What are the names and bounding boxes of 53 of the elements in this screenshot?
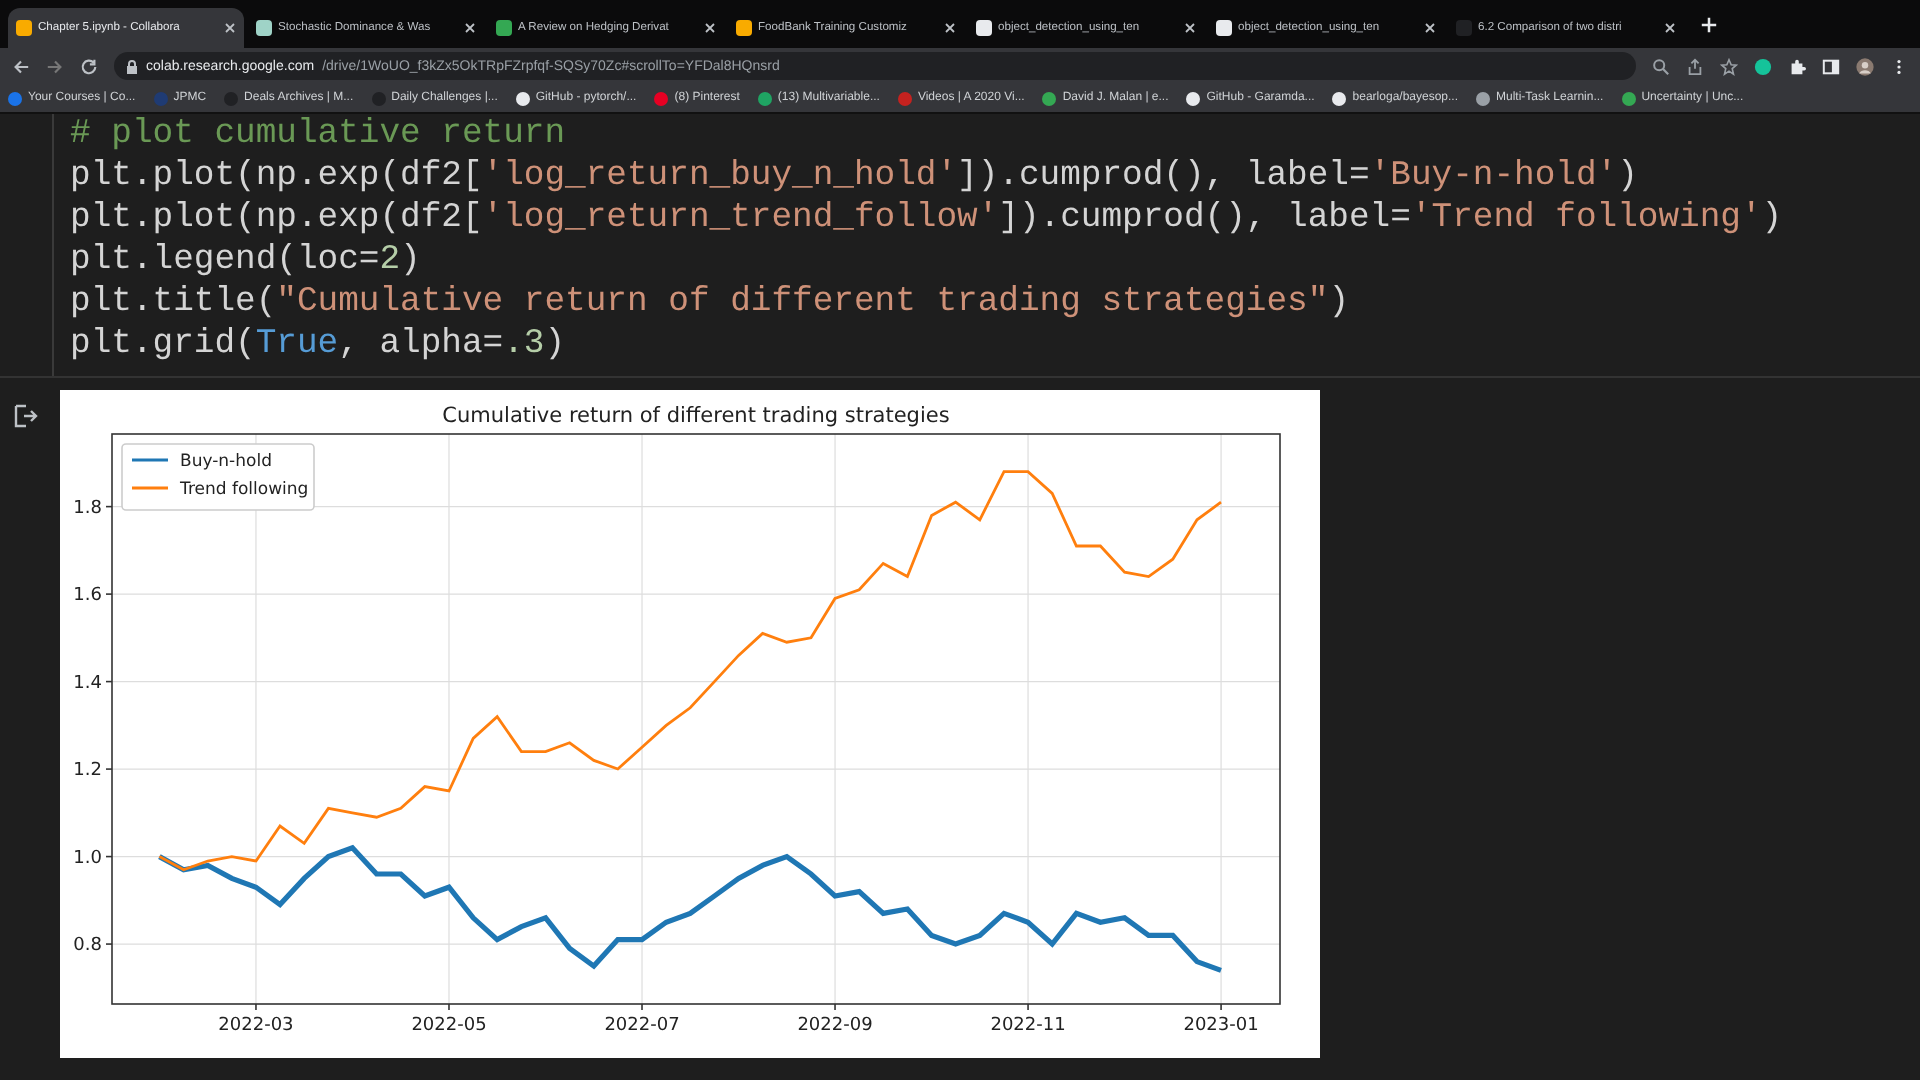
x-tick-label: 2022-07 <box>604 1016 680 1036</box>
x-tick: 2022-05 <box>411 1003 487 1036</box>
sidebar-icon[interactable] <box>1822 57 1840 75</box>
forward-icon[interactable] <box>46 57 64 75</box>
share-icon[interactable] <box>1686 57 1704 75</box>
y-tick-label: 1.6 <box>73 586 103 607</box>
lock-icon <box>126 59 138 73</box>
x-tick: 2023-01 <box>1183 1003 1259 1036</box>
x-tick-label: 2023-01 <box>1183 1016 1259 1036</box>
close-icon[interactable] <box>944 22 956 34</box>
close-icon[interactable] <box>1424 22 1436 34</box>
code-line: plt.grid(True, alpha=.3) <box>70 324 568 366</box>
extension-icon[interactable] <box>1754 57 1772 75</box>
plus-icon[interactable] <box>1700 15 1718 33</box>
avatar-icon[interactable] <box>1856 57 1874 75</box>
chart-title: Cumulative return of different trading strategies <box>442 404 950 428</box>
x-tick-label: 2022-11 <box>990 1016 1066 1036</box>
close-icon[interactable] <box>464 22 476 34</box>
close-icon[interactable] <box>1184 22 1196 34</box>
y-tick: 1.2 <box>73 761 113 782</box>
y-tick: 1.6 <box>73 586 113 607</box>
y-tick-label: 1.2 <box>73 761 102 782</box>
legend-label: Trend following <box>180 480 309 500</box>
x-tick-label: 2022-05 <box>411 1016 487 1036</box>
puzzle-icon[interactable] <box>1788 57 1806 75</box>
close-icon[interactable] <box>1664 22 1676 34</box>
y-tick: 1.0 <box>73 848 113 869</box>
search-icon[interactable] <box>1652 57 1670 75</box>
x-tick-label: 2022-09 <box>797 1016 874 1036</box>
y-tick-label: 1.0 <box>73 848 103 869</box>
x-tick: 2022-07 <box>604 1003 680 1036</box>
code-line: plt.legend(loc=2) <box>70 240 423 282</box>
code-line: plt.title("Cumulative return of different trading strategies") <box>70 282 1352 324</box>
star-icon[interactable] <box>1720 57 1738 75</box>
y-tick: 1.4 <box>73 673 113 694</box>
x-tick: 2022-03 <box>218 1003 294 1036</box>
y-tick-label: 0.8 <box>73 936 103 957</box>
output-icon[interactable] <box>12 402 40 430</box>
legend-label: Buy-n-hold <box>180 452 272 472</box>
x-tick: 2022-09 <box>797 1003 873 1036</box>
code-line: # plot cumulative return <box>70 114 568 156</box>
x-tick-label: 2022-03 <box>218 1016 294 1036</box>
y-tick-label: 1.8 <box>73 498 103 519</box>
close-icon[interactable] <box>704 22 716 34</box>
y-tick-label: 1.4 <box>73 673 103 694</box>
x-tick: 2022-11 <box>990 1003 1066 1036</box>
code-line: plt.plot(np.exp(df2['log_return_trend_follow']).cumprod(), label='Trend following') <box>70 198 1785 240</box>
reload-icon[interactable] <box>80 57 98 75</box>
y-tick: 1.8 <box>73 498 113 519</box>
close-icon[interactable] <box>224 22 236 34</box>
code-line: plt.plot(np.exp(df2['log_return_buy_n_hold']).cumprod(), label='Buy-n-hold') <box>70 156 1640 198</box>
y-tick: 0.8 <box>73 936 113 957</box>
back-icon[interactable] <box>12 57 30 75</box>
